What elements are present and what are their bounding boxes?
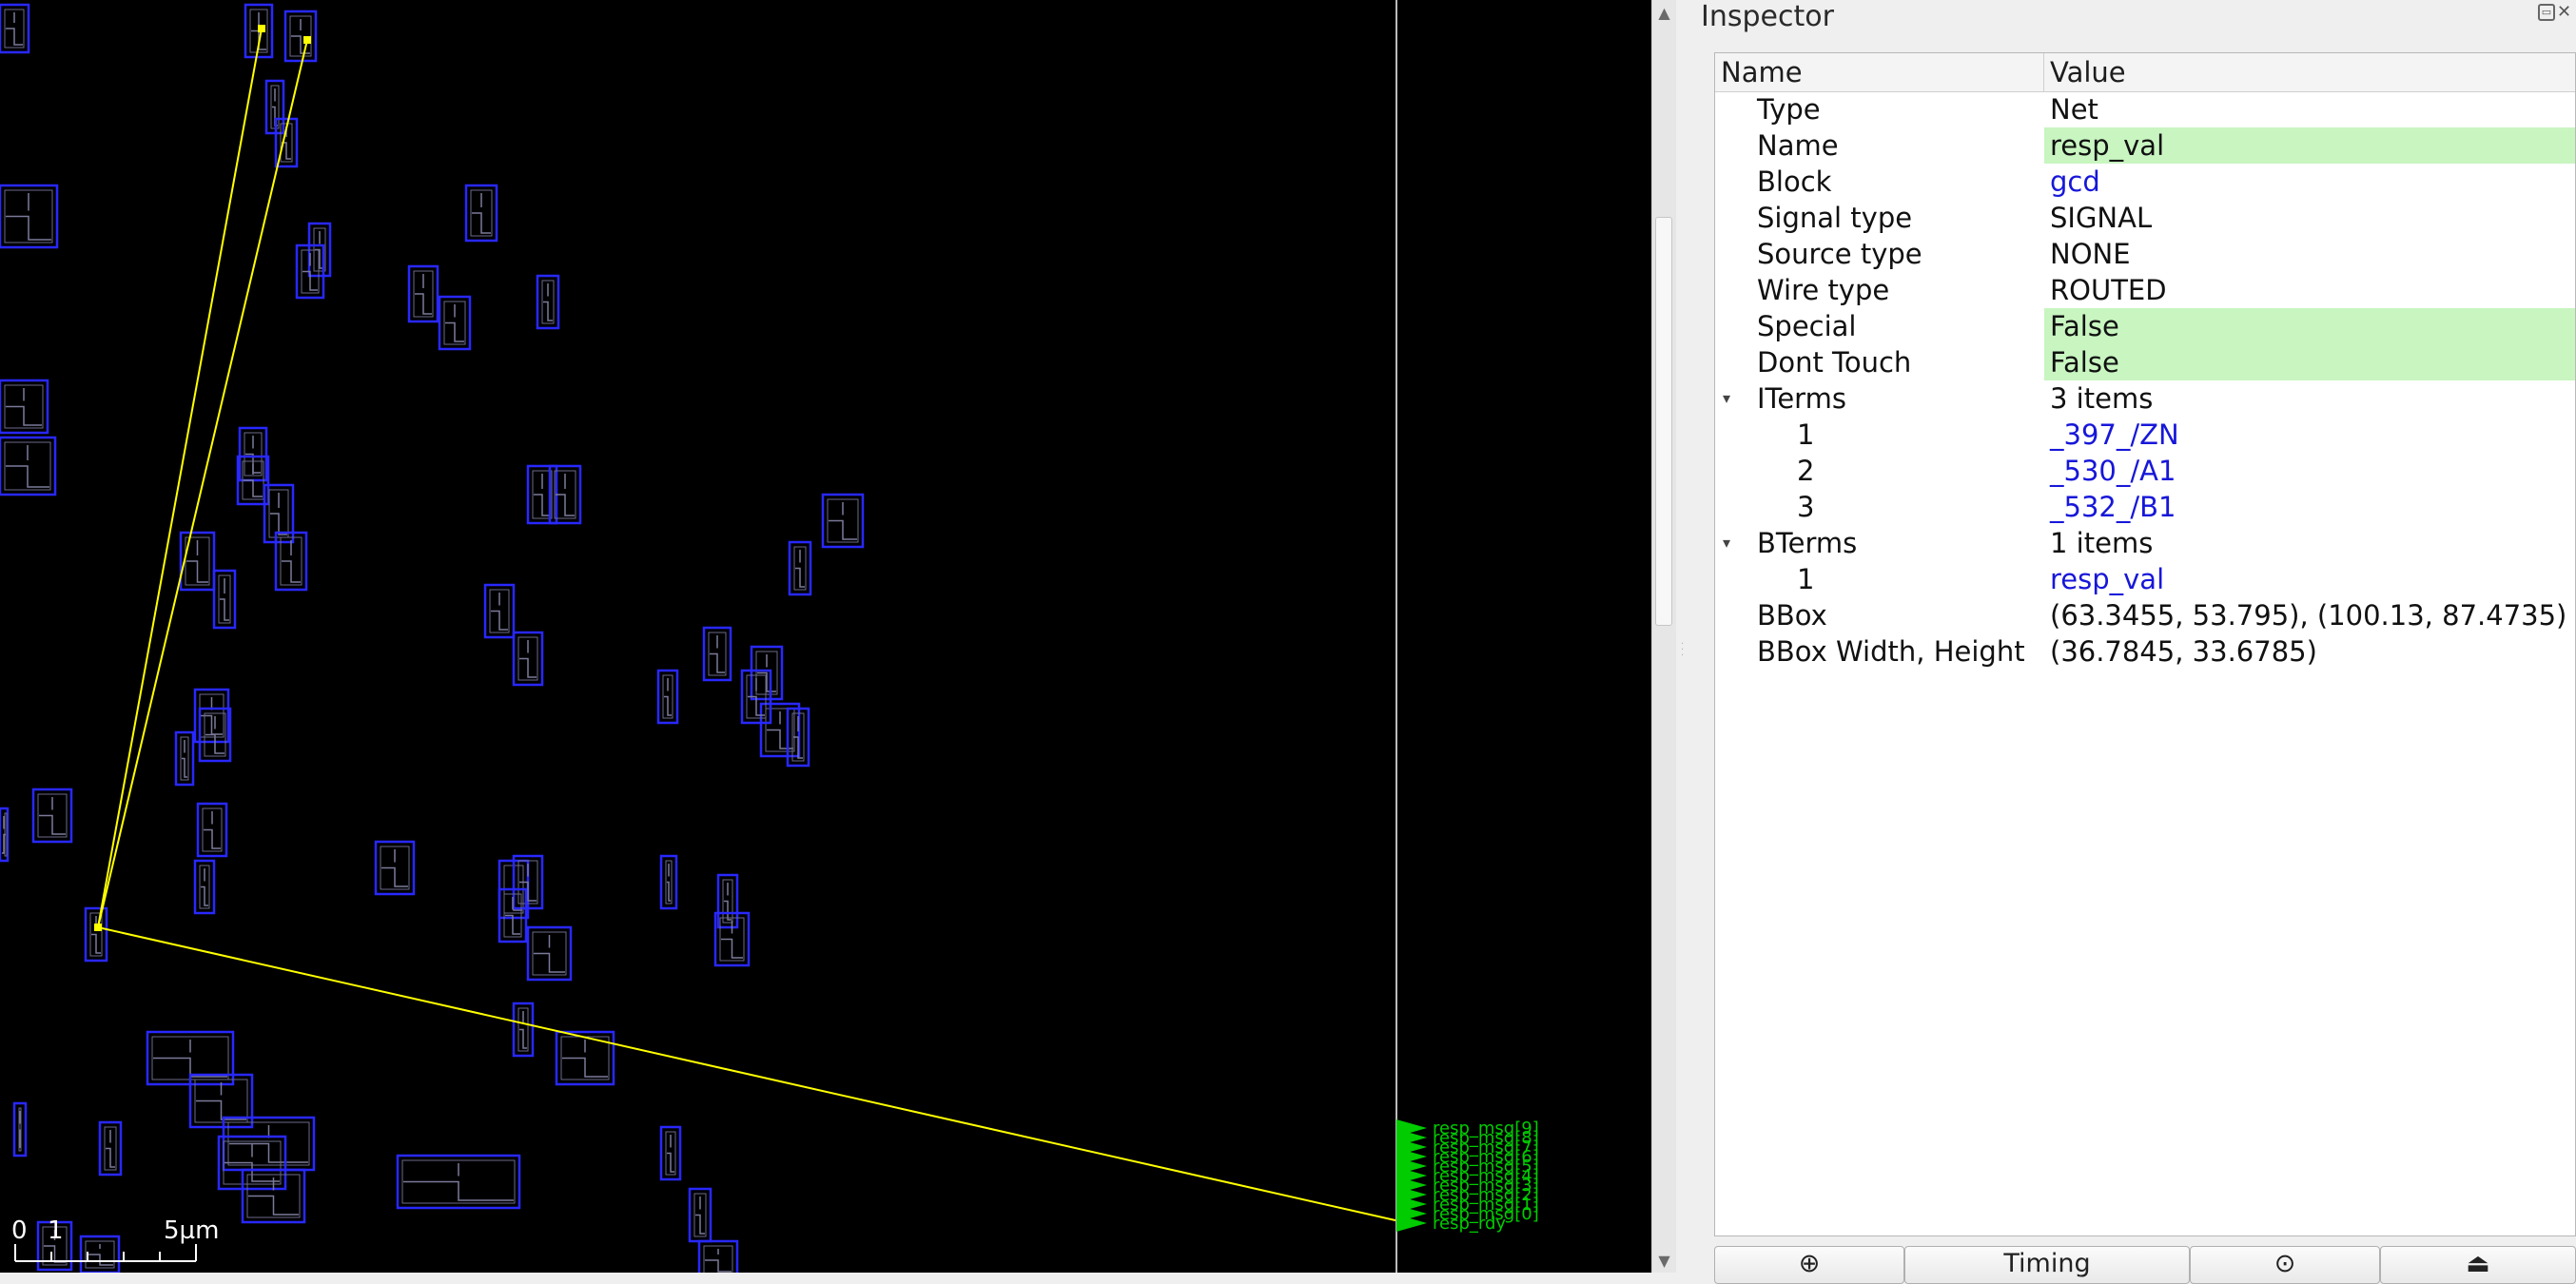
row-name: ITerms — [1757, 382, 1846, 415]
inspector-panel: Inspector ▭ ✕ Name Value Type Net Name resp… — [1689, 0, 2576, 1284]
tree-row[interactable]: BBox (63.3455, 53.795), (100.13, 87.4735) — [1715, 597, 2575, 633]
tree-row[interactable]: BBox Width, Height (36.7845, 33.6785) — [1715, 633, 2575, 670]
scale-tick-1: 1 — [48, 1216, 64, 1245]
tree-row[interactable]: 2 _530_/A1 — [1715, 453, 2575, 489]
row-value-link[interactable]: gcd — [2044, 164, 2575, 200]
row-value: resp_val — [2044, 127, 2575, 164]
inspector-tree[interactable]: Name Value Type Net Name resp_val Block gcd Si… — [1714, 52, 2576, 1236]
inspector-toolbar: ⊕ Timing ⊙ ⏏ — [1714, 1246, 2576, 1284]
expand-arrow-icon[interactable]: ▾ — [1723, 525, 1730, 561]
row-value: NONE — [2050, 238, 2131, 270]
row-value-link[interactable]: _532_/B1 — [2044, 489, 2575, 525]
row-value: SIGNAL — [2050, 202, 2153, 234]
scroll-down-arrow-icon[interactable]: ▼ — [1652, 1248, 1676, 1273]
grip-icon: · · · — [1681, 639, 1685, 661]
eject-icon: ⏏ — [2466, 1249, 2490, 1278]
tree-row[interactable]: 3 _532_/B1 — [1715, 489, 2575, 525]
scale-tick-0: 0 — [11, 1216, 28, 1245]
add-button[interactable]: ⊕ — [1714, 1246, 1904, 1284]
scroll-up-arrow-icon[interactable]: ▲ — [1652, 0, 1676, 25]
row-name: 1 — [1797, 563, 1815, 595]
tree-row[interactable]: Block gcd — [1715, 164, 2575, 200]
row-name: 3 — [1797, 491, 1815, 523]
tree-row[interactable]: Special False — [1715, 308, 2575, 344]
row-name: Dont Touch — [1757, 346, 1912, 379]
tree-header: Name Value — [1715, 53, 2575, 92]
timing-button-label: Timing — [2003, 1249, 2091, 1278]
io-pin-label: resp_rdy — [1433, 1214, 1506, 1234]
row-value: ROUTED — [2050, 274, 2167, 306]
row-value-link[interactable]: _530_/A1 — [2044, 453, 2575, 489]
column-header-value[interactable]: Value — [2044, 53, 2575, 91]
scroll-thumb[interactable] — [1655, 217, 1672, 626]
row-name: 2 — [1797, 455, 1815, 487]
focus-button[interactable]: ⊙ — [2190, 1246, 2380, 1284]
row-name: Special — [1757, 310, 1857, 342]
row-value: False — [2044, 308, 2575, 344]
dock-splitter[interactable]: · · · — [1676, 0, 1689, 1273]
tree-row[interactable]: Type Net — [1715, 91, 2575, 127]
eject-button[interactable]: ⏏ — [2380, 1246, 2576, 1284]
inspector-title: Inspector — [1701, 0, 1834, 33]
tree-row[interactable]: 1 _397_/ZN — [1715, 417, 2575, 453]
row-name: Source type — [1757, 238, 1922, 270]
row-value: (36.7845, 33.6785) — [2050, 635, 2317, 668]
row-value: Net — [2050, 93, 2098, 126]
row-name: BBox — [1757, 599, 1827, 632]
tree-row[interactable]: Dont Touch False — [1715, 344, 2575, 380]
scale-tick-5: 5µm — [164, 1216, 219, 1245]
row-name: 1 — [1797, 418, 1815, 451]
tree-row[interactable]: ▾ ITerms 3 items — [1715, 380, 2575, 417]
tree-row[interactable]: Source type NONE — [1715, 236, 2575, 272]
column-header-name[interactable]: Name — [1715, 53, 2044, 91]
row-name: Name — [1757, 129, 1839, 162]
io-pins: resp_msg[9]resp_msg[8]resp_msg[7]resp_ms… — [1396, 1119, 1539, 1234]
row-value-link[interactable]: resp_val — [2044, 561, 2575, 597]
row-value: False — [2044, 344, 2575, 380]
target-icon: ⊙ — [2274, 1249, 2296, 1278]
tree-row[interactable]: Signal type SIGNAL — [1715, 200, 2575, 236]
timing-button[interactable]: Timing — [1904, 1246, 2190, 1284]
tree-row[interactable]: Name resp_val — [1715, 127, 2575, 164]
expand-arrow-icon[interactable]: ▾ — [1723, 380, 1730, 417]
row-name: BBox Width, Height — [1757, 635, 2025, 668]
tree-row[interactable]: Wire type ROUTED — [1715, 272, 2575, 308]
row-name: Wire type — [1757, 274, 1890, 306]
scale-bar: 0 1 5µm — [11, 1216, 219, 1262]
tree-row[interactable]: 1 resp_val — [1715, 561, 2575, 597]
row-name: Type — [1757, 93, 1821, 126]
row-value-link[interactable]: _397_/ZN — [2044, 417, 2575, 453]
row-name: Signal type — [1757, 202, 1913, 234]
row-value: 1 items — [2050, 527, 2154, 559]
row-name: Block — [1757, 165, 1832, 198]
row-name: BTerms — [1757, 527, 1858, 559]
layout-vertical-scrollbar[interactable]: ▲ ▼ — [1651, 0, 1676, 1273]
row-value: (63.3455, 53.795), (100.13, 87.4735) — [2050, 599, 2567, 632]
layout-viewer[interactable]: resp_msg[9] resp_msg[8] resp_msg[7] resp_ms… — [0, 0, 1651, 1273]
close-icon[interactable]: ✕ — [2557, 2, 2576, 23]
tree-row[interactable]: ▾ BTerms 1 items — [1715, 525, 2575, 561]
plus-circle-icon: ⊕ — [1798, 1249, 1821, 1278]
float-icon[interactable]: ▭ — [2538, 4, 2555, 21]
row-value: 3 items — [2050, 382, 2154, 415]
